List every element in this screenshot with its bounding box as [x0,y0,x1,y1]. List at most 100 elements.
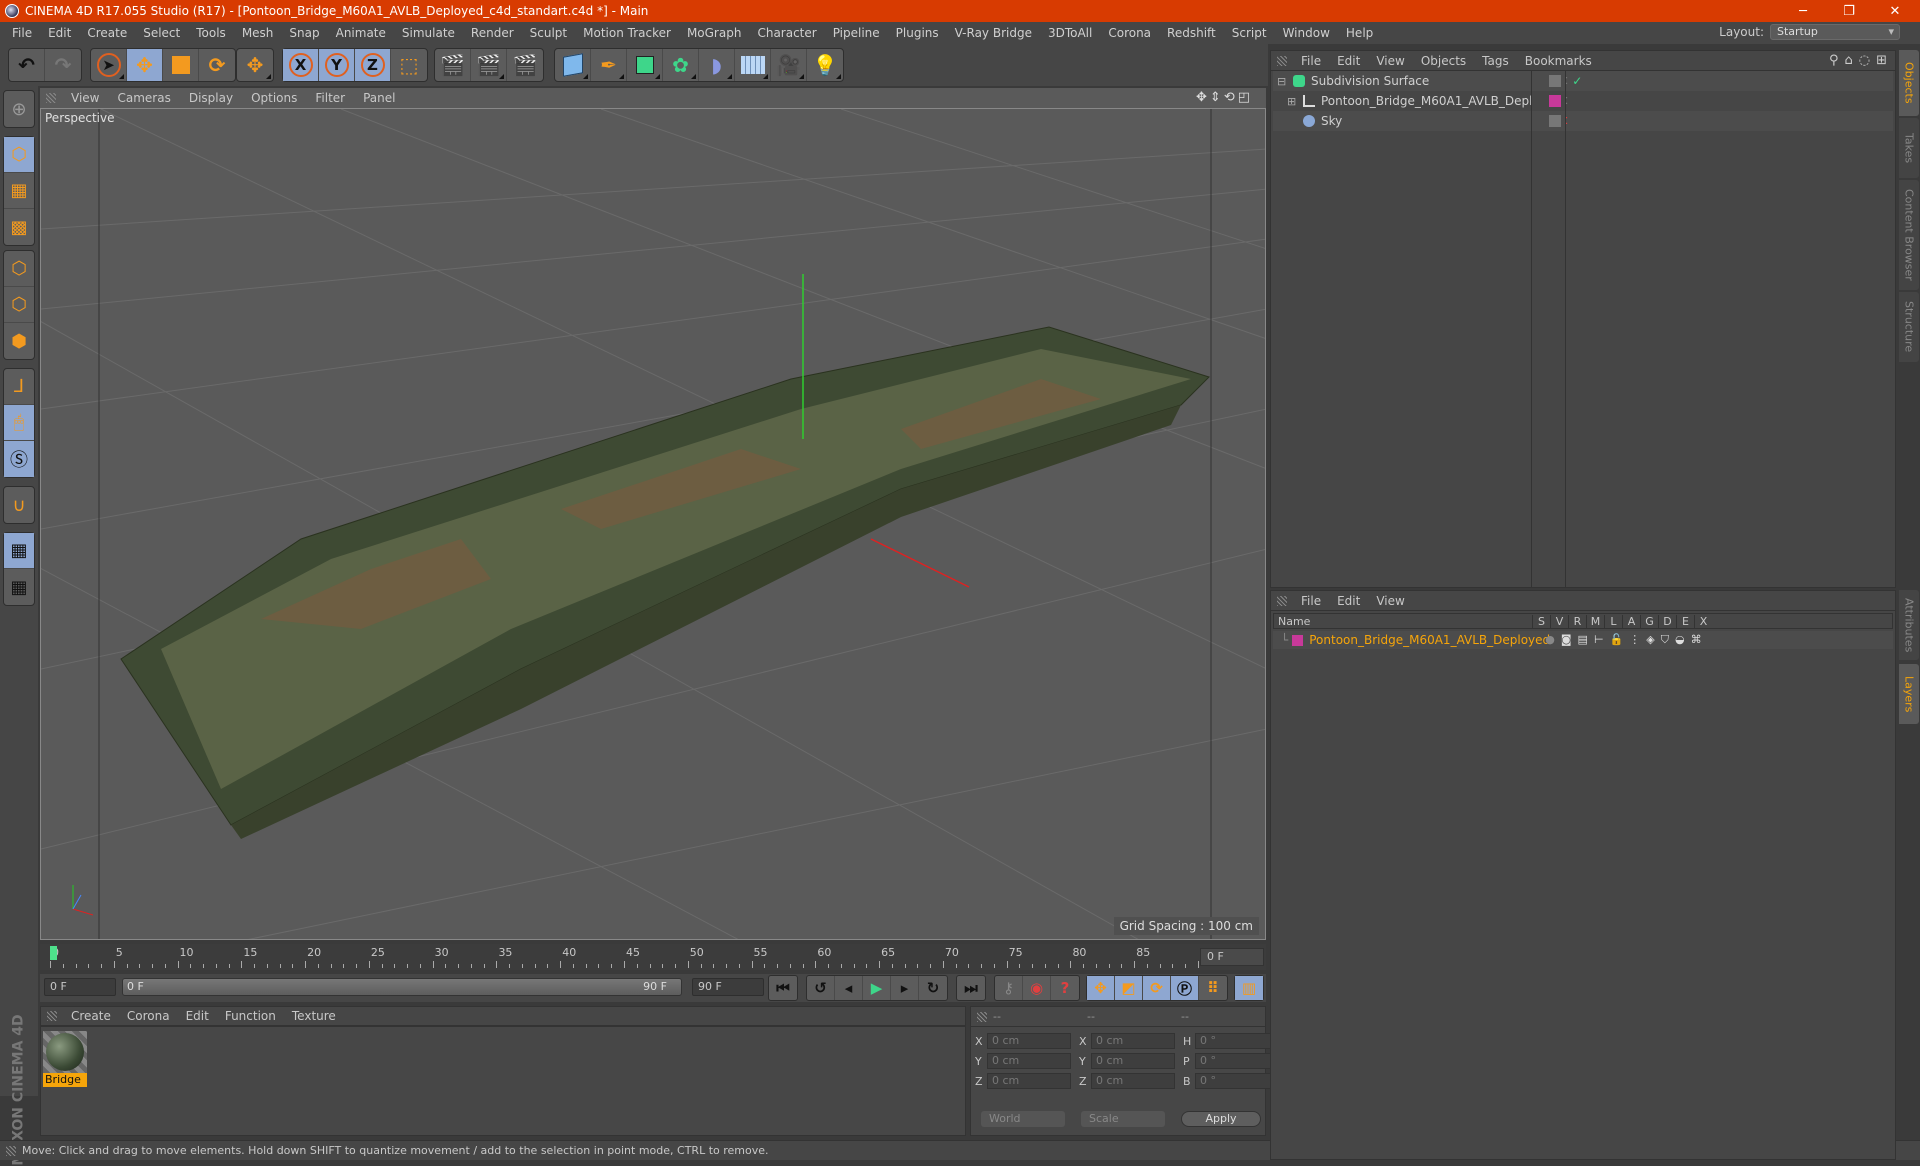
rotation-field[interactable]: 0 ° [1195,1033,1279,1049]
side-tab-objects[interactable]: Objects [1899,50,1919,116]
object-name[interactable]: Pontoon_Bridge_M60A1_AVLB_Deployed [1321,94,1533,108]
menu-tools[interactable]: Tools [188,26,234,40]
object-menu-bookmarks[interactable]: Bookmarks [1517,54,1600,68]
orbit-icon[interactable]: ⟲ [1224,90,1235,105]
live-selection-button[interactable]: ➤ [91,49,127,81]
mograph-cloner-button[interactable]: ✿ [663,49,699,81]
x-axis-lock-button[interactable]: X [283,49,319,81]
object-menu-view[interactable]: View [1368,54,1412,68]
object-menu-tags[interactable]: Tags [1474,54,1517,68]
eye-icon[interactable]: ◌ [1859,53,1870,68]
object-row[interactable]: ⊟ Subdivision Surface ⁚ ✓ [1273,71,1893,91]
home-icon[interactable]: ⌂ [1844,53,1852,68]
deformer-button[interactable]: ◗ [699,49,735,81]
coordinate-mode-dropdown[interactable]: Scale [1081,1111,1165,1127]
x-axis-handle[interactable] [870,538,970,588]
layer-column-s[interactable]: S [1532,614,1550,628]
expand-toggle-icon[interactable]: ⊟ [1277,75,1291,88]
key-position-button[interactable]: ✥ [1087,976,1115,1000]
size-field[interactable]: 0 cm [1091,1073,1175,1089]
position-field[interactable]: 0 cm [987,1033,1071,1049]
layer-column-g[interactable]: G [1640,614,1658,628]
layer-column-l[interactable]: L [1604,614,1622,628]
menu-sculpt[interactable]: Sculpt [522,26,575,40]
menu-file[interactable]: File [4,26,40,40]
menu-snap[interactable]: Snap [281,26,327,40]
material-menu-texture[interactable]: Texture [284,1009,344,1023]
layer-menu-view[interactable]: View [1368,594,1412,608]
current-frame-field[interactable]: 0 F [1200,948,1264,966]
menu-v-ray-bridge[interactable]: V-Ray Bridge [947,26,1040,40]
menu-mograph[interactable]: MoGraph [679,26,750,40]
playhead[interactable] [50,946,57,960]
previous-key-button[interactable]: ↺ [807,976,835,1000]
menu-window[interactable]: Window [1275,26,1338,40]
redo-button[interactable]: ↷ [45,49,81,81]
expression-cup-icon[interactable]: ◒ [1675,633,1685,647]
pen-spline-button[interactable]: ✒ [591,49,627,81]
lock-workplane-button[interactable]: ▦ [4,533,34,569]
size-field[interactable]: 0 cm [1091,1053,1175,1069]
panel-grip-icon[interactable] [977,1011,987,1022]
layer-column-d[interactable]: D [1658,614,1676,628]
xref-icon[interactable]: ⌘ [1691,633,1702,647]
pan-icon[interactable]: ✥ [1196,90,1207,105]
zoom-icon[interactable]: ⇕ [1210,90,1221,105]
go-to-start-button[interactable]: ⏮ [769,976,797,1000]
end-frame-field[interactable]: 90 F [692,978,764,996]
lock-icon[interactable]: 🔓 [1610,633,1624,647]
layer-column-r[interactable]: R [1568,614,1586,628]
rotation-field[interactable]: 0 ° [1195,1053,1279,1069]
restore-button[interactable]: ❐ [1826,0,1872,22]
maximize-view-icon[interactable]: ◰ [1238,90,1250,105]
make-editable-button[interactable]: ⊕ [4,91,34,127]
position-field[interactable]: 0 cm [987,1053,1071,1069]
points-mode-button[interactable]: ⬡ [4,251,34,287]
pontoon-bridge-model[interactable] [120,326,1210,839]
record-keys-button[interactable]: ◉ [1023,976,1051,1000]
menu-redshift[interactable]: Redshift [1159,26,1224,40]
edges-mode-button[interactable]: ⬡ [4,287,34,323]
menu-mesh[interactable]: Mesh [234,26,282,40]
layer-column-name[interactable]: Name [1274,615,1532,628]
layer-column-v[interactable]: V [1550,614,1568,628]
key-parameter-button[interactable]: Ⓟ [1171,976,1199,1000]
undo-button[interactable]: ↶ [9,49,45,81]
layer-column-m[interactable]: M [1586,614,1604,628]
play-button[interactable]: ▶ [863,976,891,1000]
side-tab-layers[interactable]: Layers [1899,664,1919,724]
object-row[interactable]: Sky ⁚ [1273,111,1893,131]
menu-corona[interactable]: Corona [1100,26,1159,40]
layer-column-a[interactable]: A [1622,614,1640,628]
render-settings-button[interactable]: 🎬 [507,49,543,81]
layer-menu-file[interactable]: File [1293,594,1329,608]
layer-color-tag[interactable] [1549,95,1561,107]
new-window-icon[interactable]: ⊞ [1876,53,1887,68]
menu-select[interactable]: Select [135,26,188,40]
manager-hierarchy-icon[interactable]: ⊢ [1594,633,1604,647]
layer-column-e[interactable]: E [1676,614,1694,628]
recent-tools-button[interactable]: ✥ [237,49,273,81]
panel-grip-icon[interactable] [46,93,56,103]
object-menu-file[interactable]: File [1293,54,1329,68]
editor-render-toggle-icon[interactable] [1549,75,1561,87]
render-clapper-icon[interactable]: ▤ [1578,633,1588,647]
y-axis-lock-button[interactable]: Y [319,49,355,81]
visibility-eye-icon[interactable]: ◙ [1561,633,1572,647]
panel-grip-icon[interactable] [1277,55,1287,66]
layer-row[interactable]: └ Pontoon_Bridge_M60A1_AVLB_Deployed ● ◙… [1273,631,1893,649]
solo-toggle-icon[interactable]: ● [1545,633,1555,647]
side-tab-content-browser[interactable]: Content Browser [1899,180,1919,290]
enabled-check-icon[interactable]: ✓ [1572,74,1582,88]
menu-animate[interactable]: Animate [328,26,394,40]
floor-object-button[interactable] [735,49,771,81]
object-name[interactable]: Subdivision Surface [1311,74,1533,88]
menu-render[interactable]: Render [463,26,522,40]
rotate-tool-button[interactable]: ⟳ [199,49,235,81]
menu-character[interactable]: Character [749,26,824,40]
coordinate-system-button[interactable]: ⬚ [391,49,427,81]
render-view-button[interactable]: 🎬 [435,49,471,81]
object-menu-edit[interactable]: Edit [1329,54,1368,68]
texture-mode-button[interactable]: ▦ [4,173,34,209]
layout-dropdown[interactable]: Startup [1770,24,1900,40]
